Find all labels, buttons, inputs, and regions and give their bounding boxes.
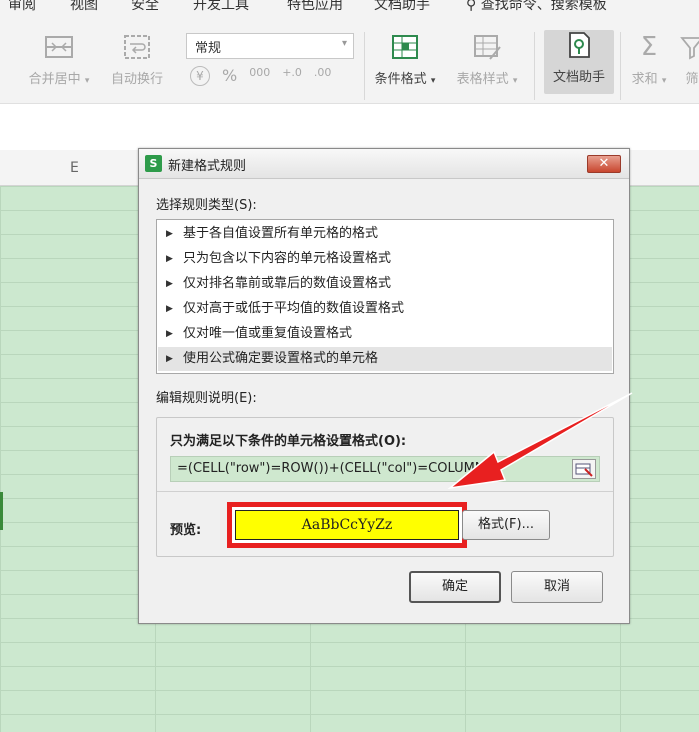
triangle-right-icon: ▶ bbox=[166, 304, 173, 314]
list-item[interactable]: ▶ 仅对排名靠前或靠后的数值设置格式 bbox=[158, 272, 612, 296]
rule-description-group: 只为满足以下条件的单元格设置格式(O): =(CELL("row")=ROW()… bbox=[156, 417, 614, 557]
tab-view[interactable]: 视图 bbox=[70, 0, 98, 14]
percent-button[interactable]: % bbox=[222, 66, 237, 86]
range-picker-button[interactable] bbox=[572, 459, 596, 479]
format-button[interactable]: 格式(F)... bbox=[462, 510, 550, 540]
ribbon-toolbar: 合并居中 ▾ 自动换行 常规 ▾ ¥ % 000 +.0 .00 条件格式 ▾ … bbox=[0, 18, 699, 104]
conditional-format-label: 条件格式 bbox=[374, 72, 427, 87]
number-format-select[interactable]: 常规 ▾ bbox=[186, 33, 354, 59]
list-item[interactable]: ▶ 基于各自值设置所有单元格的格式 bbox=[158, 222, 612, 246]
search-command[interactable]: ⚲ 查找命令、搜索模板 bbox=[466, 0, 607, 14]
column-header-e[interactable]: E bbox=[70, 160, 79, 176]
conditional-format-icon bbox=[388, 32, 422, 62]
table-style-button[interactable]: 表格样式 ▾ bbox=[452, 32, 522, 87]
rule-type-label: 选择规则类型(S): bbox=[156, 198, 257, 213]
new-format-rule-dialog: S 新建格式规则 ✕ 选择规则类型(S): ▶ 基于各自值设置所有单元格的格式 ▶… bbox=[138, 148, 630, 624]
rule-label: 仅对排名靠前或靠后的数值设置格式 bbox=[183, 276, 392, 291]
tab-review[interactable]: 审阅 bbox=[8, 0, 36, 14]
formula-input[interactable]: =(CELL("row")=ROW())+(CELL("col")=COLUMN… bbox=[170, 456, 600, 482]
divider bbox=[157, 491, 613, 492]
currency-button[interactable]: ¥ bbox=[190, 66, 210, 86]
table-style-label: 表格样式 bbox=[456, 72, 509, 87]
tab-features[interactable]: 特色应用 bbox=[287, 0, 343, 14]
decrease-decimal-button[interactable]: .00 bbox=[314, 66, 332, 86]
rule-label: 只为包含以下内容的单元格设置格式 bbox=[183, 251, 392, 266]
range-picker-icon bbox=[575, 463, 593, 477]
list-item[interactable]: ▶ 仅对高于或低于平均值的数值设置格式 bbox=[158, 297, 612, 321]
triangle-right-icon: ▶ bbox=[166, 279, 173, 289]
triangle-right-icon: ▶ bbox=[166, 254, 173, 264]
merge-label: 合并居中 bbox=[28, 72, 81, 87]
sum-label: 求和 bbox=[631, 72, 658, 87]
wrap-label: 自动换行 bbox=[110, 72, 163, 87]
list-item[interactable]: ▶ 仅对唯一值或重复值设置格式 bbox=[158, 322, 612, 346]
list-item[interactable]: ▶ 只为包含以下内容的单元格设置格式 bbox=[158, 247, 612, 271]
preview-sample: AaBbCcYyZz bbox=[235, 510, 459, 540]
rule-label: 使用公式确定要设置格式的单元格 bbox=[183, 351, 379, 366]
triangle-right-icon: ▶ bbox=[166, 329, 173, 339]
number-format-buttons: ¥ % 000 +.0 .00 bbox=[190, 66, 331, 86]
list-item-selected[interactable]: ▶ 使用公式确定要设置格式的单元格 bbox=[158, 347, 612, 371]
formula-value: =(CELL("row")=ROW())+(CELL("col")=COLUMN… bbox=[177, 461, 500, 476]
triangle-right-icon: ▶ bbox=[166, 354, 173, 364]
close-icon: ✕ bbox=[598, 156, 610, 171]
filter-label: 筛 bbox=[685, 72, 699, 87]
filter-button[interactable]: 筛 bbox=[672, 32, 699, 87]
wrap-text-button[interactable]: 自动换行 bbox=[102, 32, 172, 87]
condition-label: 只为满足以下条件的单元格设置格式(O): bbox=[170, 434, 407, 449]
number-format-value: 常规 bbox=[195, 41, 222, 56]
preview-highlight-box: AaBbCcYyZz bbox=[227, 502, 467, 548]
merge-icon bbox=[42, 32, 76, 62]
triangle-right-icon: ▶ bbox=[166, 229, 173, 239]
rule-type-list: ▶ 基于各自值设置所有单元格的格式 ▶ 只为包含以下内容的单元格设置格式 ▶ 仅对排名… bbox=[156, 219, 614, 374]
dialog-title: 新建格式规则 bbox=[168, 159, 247, 174]
ok-button[interactable]: 确定 bbox=[409, 571, 501, 603]
cancel-button[interactable]: 取消 bbox=[511, 571, 603, 603]
app-logo-icon: S bbox=[145, 155, 162, 172]
thousands-button[interactable]: 000 bbox=[249, 66, 270, 86]
tab-security[interactable]: 安全 bbox=[131, 0, 159, 14]
table-style-icon bbox=[470, 32, 504, 62]
preview-label: 预览: bbox=[170, 523, 202, 538]
filter-icon bbox=[675, 32, 699, 62]
rule-label: 仅对高于或低于平均值的数值设置格式 bbox=[183, 301, 405, 316]
sigma-icon: Σ bbox=[640, 32, 658, 62]
tab-doc-helper[interactable]: 文档助手 bbox=[374, 0, 430, 14]
edit-rule-label: 编辑规则说明(E): bbox=[156, 391, 257, 406]
search-text: 查找命令、搜索模板 bbox=[480, 0, 607, 13]
rule-label: 仅对唯一值或重复值设置格式 bbox=[183, 326, 353, 341]
increase-decimal-button[interactable]: +.0 bbox=[282, 66, 302, 86]
tab-developer[interactable]: 开发工具 bbox=[193, 0, 249, 14]
formula-area bbox=[0, 105, 699, 150]
divider bbox=[534, 32, 535, 100]
rule-label: 基于各自值设置所有单元格的格式 bbox=[183, 226, 379, 241]
search-icon: ⚲ bbox=[466, 0, 477, 13]
dialog-titlebar[interactable]: S 新建格式规则 ✕ bbox=[139, 149, 629, 179]
doc-helper-label: 文档助手 bbox=[552, 70, 605, 85]
selected-cell-edge bbox=[0, 492, 3, 530]
ribbon-tabs: 审阅 视图 安全 开发工具 特色应用 文档助手 ⚲ 查找命令、搜索模板 bbox=[0, 0, 699, 18]
merge-center-button[interactable]: 合并居中 ▾ bbox=[24, 32, 94, 87]
conditional-format-button[interactable]: 条件格式 ▾ bbox=[370, 32, 440, 87]
doc-helper-button[interactable]: 文档助手 bbox=[544, 30, 614, 94]
chevron-down-icon: ▾ bbox=[341, 38, 347, 49]
doc-helper-icon bbox=[562, 30, 596, 60]
close-button[interactable]: ✕ bbox=[587, 155, 621, 173]
wrap-icon bbox=[120, 32, 154, 62]
divider bbox=[364, 32, 365, 100]
